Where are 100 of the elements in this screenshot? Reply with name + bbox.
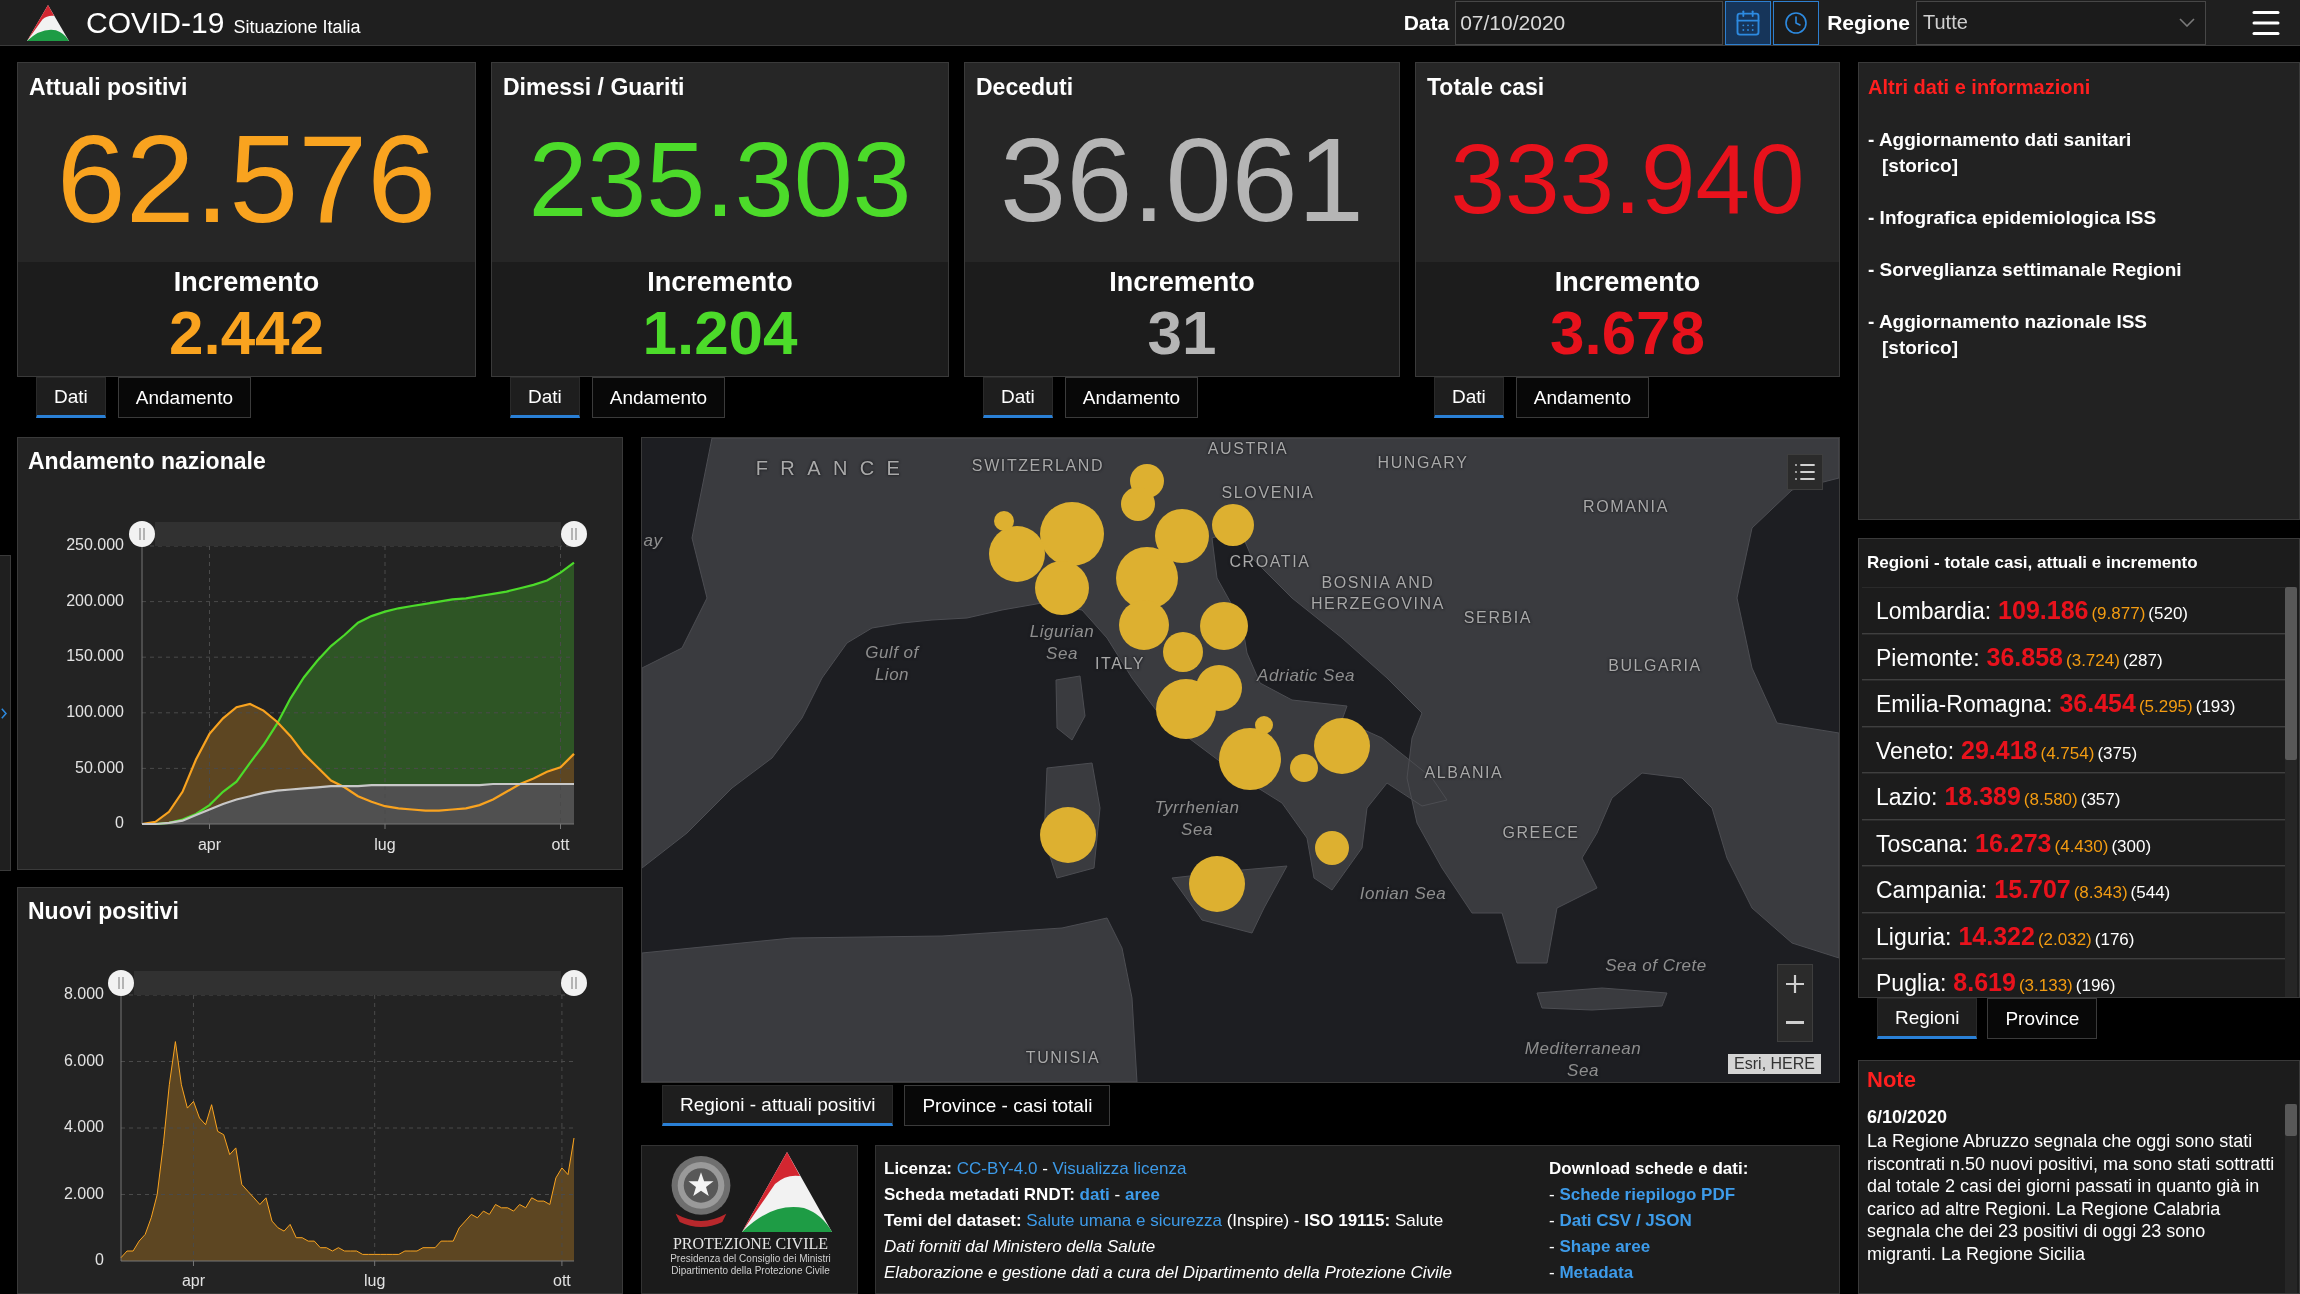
date-field[interactable]: 07/10/2020 [1455, 0, 1724, 45]
chart-title: Nuovi positivi [27, 897, 180, 926]
region-name: Lazio: [1876, 784, 1938, 811]
bubble-marker-icon[interactable] [1040, 807, 1096, 863]
info-link[interactable]: [storico] [1882, 153, 1958, 179]
region-active: (4.430) [2054, 836, 2109, 857]
axis-tick-label: apr [181, 1272, 206, 1289]
link[interactable]: Metadata [1559, 1263, 1634, 1282]
link[interactable]: Shape aree [1559, 1237, 1651, 1256]
chevron-right-icon [1, 707, 7, 719]
region-increment: (544) [2130, 883, 2171, 903]
map-label: CROATIA [1229, 551, 1311, 572]
info-line: Dati forniti dal Ministero della Salute [884, 1236, 1156, 1258]
logo-caption: Presidenza del Consiglio dei Ministri [670, 1253, 831, 1265]
info-link[interactable]: [storico] [1882, 335, 1958, 361]
logo-caption: Dipartimento della Protezione Civile [671, 1265, 830, 1277]
tab[interactable]: Province - casi totali [904, 1085, 1111, 1126]
logo-wordmark: PROTEZIONE CIVILE [672, 1234, 829, 1253]
bubble-marker-icon[interactable] [1121, 487, 1155, 521]
region-increment: (193) [2195, 697, 2236, 717]
map-label: Tyrrhenian Sea [1153, 796, 1241, 841]
scrollbar-thumb[interactable] [2285, 1104, 2297, 1136]
stat-value: 333.940 [1450, 130, 1805, 228]
link[interactable]: Dati CSV / JSON [1559, 1211, 1692, 1230]
calendar-button[interactable] [1725, 0, 1772, 45]
download-item: - Schede riepilogo PDF [1549, 1184, 1736, 1206]
bubble-marker-icon[interactable] [1315, 831, 1349, 865]
date-label: Data [1403, 10, 1450, 35]
tab[interactable]: Andamento [1064, 377, 1198, 418]
tab[interactable]: Dati [983, 377, 1053, 418]
slider-handle[interactable] [561, 970, 587, 996]
side-panel-toggle[interactable] [0, 555, 11, 871]
bubble-marker-icon[interactable] [1189, 856, 1245, 912]
tab[interactable]: Dati [1434, 377, 1504, 418]
info-link[interactable]: - Sorveglianza settimanale Regioni [1868, 257, 2182, 283]
map-label: SWITZERLAND [971, 455, 1105, 476]
axis-tick-label: 250.000 [66, 536, 124, 554]
bubble-marker-icon[interactable] [1219, 728, 1281, 790]
region-name: Piemonte: [1876, 644, 1980, 672]
slider-handle[interactable] [108, 970, 134, 996]
tab[interactable]: Andamento [1515, 377, 1649, 418]
tab[interactable]: Andamento [591, 377, 725, 418]
info-link[interactable]: - Aggiornamento nazionale ISS [1868, 309, 2148, 335]
stat-value: 62.576 [56, 117, 437, 241]
region-name: Puglia: [1876, 970, 1947, 997]
panel-title: Note [1867, 1066, 1916, 1094]
link[interactable]: Visualizza licenza [1052, 1159, 1187, 1178]
tab[interactable]: Province [1987, 998, 2098, 1039]
app-subtitle: Situazione Italia [233, 16, 361, 38]
increment-label: Incremento [1554, 266, 1701, 298]
region-active: (3.724) [2066, 650, 2120, 671]
link[interactable]: CC-BY-4.0 [956, 1159, 1038, 1178]
bubble-marker-icon[interactable] [1035, 561, 1089, 615]
tab[interactable]: Regioni [1877, 998, 1978, 1039]
slider-handle[interactable] [129, 521, 155, 547]
link[interactable]: dati [1079, 1185, 1110, 1204]
star-emblem-icon [669, 1156, 732, 1228]
tab[interactable]: Dati [36, 377, 106, 418]
info-link[interactable]: - Infografica epidemiologica ISS [1868, 205, 2157, 231]
bubble-marker-icon[interactable] [1255, 716, 1273, 734]
slider-handle[interactable] [561, 521, 587, 547]
region-name: Lombardia: [1876, 598, 1992, 625]
time-button[interactable] [1773, 0, 1820, 45]
legend-button[interactable] [1787, 454, 1823, 490]
chart-title: Andamento nazionale [27, 447, 267, 476]
map-attribution: Esri, HERE [1728, 1054, 1821, 1074]
tab[interactable]: Dati [510, 377, 580, 418]
link[interactable]: Salute umana e sicurezza [1026, 1211, 1222, 1230]
bubble-marker-icon[interactable] [994, 511, 1014, 531]
bubble-marker-icon[interactable] [989, 526, 1045, 582]
tab[interactable]: Andamento [117, 377, 251, 418]
scrollbar-thumb[interactable] [2285, 587, 2297, 760]
bubble-marker-icon[interactable] [1212, 504, 1254, 546]
map-label: ay [643, 529, 663, 552]
info-line: Licenza: CC-BY-4.0 - Visualizza licenza [884, 1158, 1187, 1180]
map-label: Adriatic Sea [1257, 664, 1355, 687]
bubble-marker-icon[interactable] [1200, 602, 1248, 650]
region-name: Veneto: [1876, 737, 1955, 765]
tab[interactable]: Regioni - attuali positivi [662, 1085, 894, 1126]
info-line: Temi del dataset: Salute umana e sicurezza (Inspire) - ISO 19115: Salute [884, 1210, 1444, 1232]
info-link[interactable]: - Aggiornamento dati sanitari [1868, 127, 2132, 153]
bubble-marker-icon[interactable] [1314, 718, 1370, 774]
map-label: AUSTRIA [1207, 438, 1289, 459]
region-select[interactable]: Tutte [1916, 0, 2206, 45]
region-total: 15.707 [1994, 875, 2071, 904]
region-increment: (287) [2122, 650, 2163, 671]
bubble-marker-icon[interactable] [1155, 509, 1209, 563]
bubble-marker-icon[interactable] [1116, 547, 1178, 609]
region-total: 36.454 [2059, 689, 2136, 718]
bubble-marker-icon[interactable] [1163, 632, 1203, 672]
link[interactable]: Schede riepilogo PDF [1559, 1185, 1736, 1204]
region-total: 16.273 [1975, 828, 2052, 858]
link[interactable]: aree [1124, 1185, 1160, 1204]
region-increment: (357) [2080, 790, 2121, 810]
region-increment: (176) [2094, 929, 2135, 950]
bubble-marker-icon[interactable] [1040, 502, 1104, 566]
region-increment: (375) [2097, 743, 2138, 764]
bubble-marker-icon[interactable] [1290, 754, 1318, 782]
bubble-marker-icon[interactable] [1196, 665, 1242, 711]
panel-title: Regioni - totale casi, attuali e incremento [1866, 552, 2199, 574]
